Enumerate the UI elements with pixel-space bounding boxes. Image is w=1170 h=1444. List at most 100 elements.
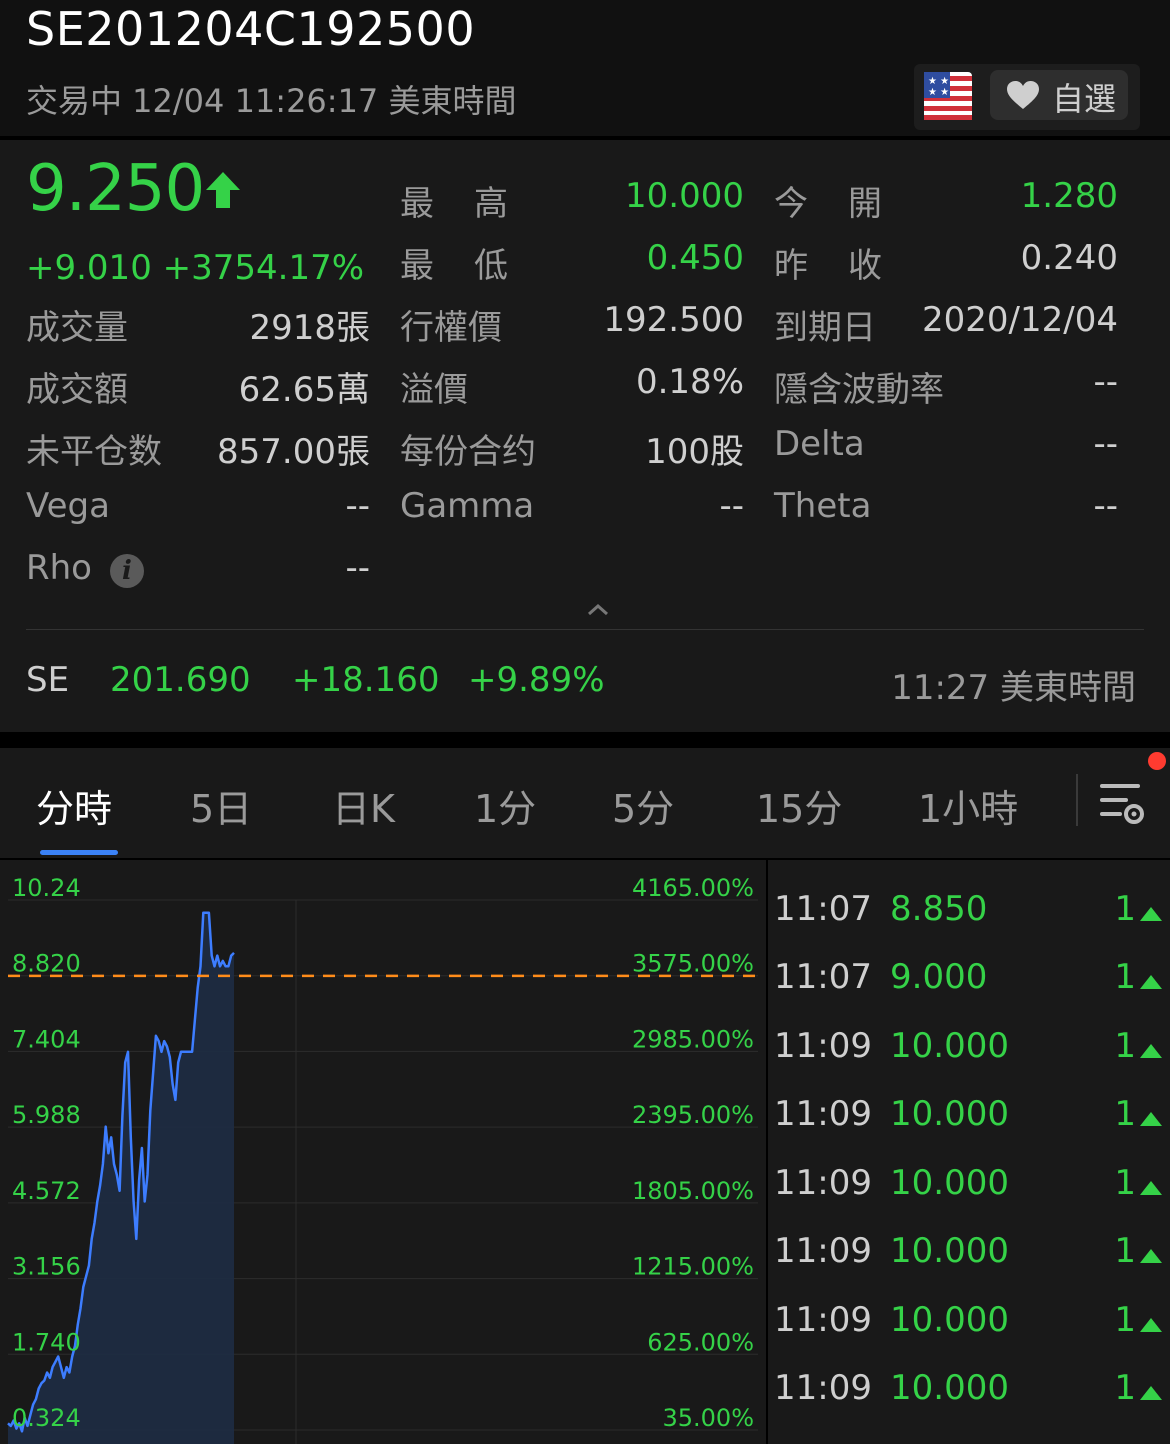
notification-dot [1148, 752, 1166, 770]
underlying-change-pct: +9.89% [468, 660, 605, 700]
prev-close-label: 昨收 [774, 246, 922, 286]
y-axis-price-label: 5.988 [12, 1101, 81, 1129]
watchlist-label: 自選 [1052, 80, 1117, 118]
tab-1-min[interactable]: 1分 [474, 778, 536, 833]
tick-price: 10.000 [890, 1368, 1009, 1408]
tab-daily-k[interactable]: 日K [332, 778, 395, 833]
quote-panel: 9.250 +9.010 +3754.17% 最高 10.000 最低 0.45… [0, 140, 1170, 732]
tick-row: 11:09 10.000 1 [768, 1358, 1170, 1426]
up-triangle-icon [1140, 906, 1162, 921]
underlying-symbol[interactable]: SE [26, 660, 69, 700]
tick-row: 11:09 10.000 1 [768, 1153, 1170, 1221]
chart-settings-icon[interactable] [1098, 780, 1146, 826]
implied-volatility-label: 隱含波動率 [774, 370, 944, 410]
add-to-watchlist-button[interactable]: 自選 [990, 70, 1128, 120]
tick-volume: 1 [1114, 1231, 1136, 1271]
divider [26, 629, 1144, 630]
contract-size-value: 100股 [645, 432, 744, 472]
delta-label: Delta [774, 424, 865, 464]
tick-volume: 1 [1114, 957, 1136, 997]
rho-value: -- [345, 548, 370, 588]
high-label: 最高 [400, 184, 548, 224]
y-axis-pct-label: 4165.00% [632, 874, 754, 902]
y-axis-pct-label: 1215.00% [632, 1253, 754, 1281]
tick-time: 11:09 [774, 1368, 872, 1408]
premium-label: 溢價 [400, 370, 468, 410]
expiry-value: 2020/12/04 [922, 300, 1118, 340]
tick-price: 10.000 [890, 1025, 1009, 1066]
tab-separator [1076, 774, 1078, 826]
volume-label: 成交量 [26, 308, 128, 348]
trading-status: 交易中 12/04 11:26:17 美東時間 [26, 82, 517, 120]
tab-1-hour[interactable]: 1小時 [918, 778, 1018, 833]
low-label: 最低 [400, 246, 548, 286]
vega-value: -- [345, 486, 370, 526]
tick-time: 11:09 [774, 1025, 872, 1066]
active-tab-indicator [40, 850, 118, 855]
y-axis-pct-label: 625.00% [647, 1328, 754, 1356]
up-triangle-icon [1140, 1317, 1162, 1332]
low-value: 0.450 [646, 238, 744, 278]
up-triangle-icon [1140, 975, 1162, 989]
up-triangle-icon [1140, 1112, 1162, 1126]
tick-price: 9.000 [890, 957, 988, 997]
y-axis-price-label: 3.156 [12, 1253, 81, 1281]
prev-close-value: 0.240 [1020, 238, 1118, 278]
chart-canvas[interactable]: 10.24 8.820 7.404 5.988 4.572 3.156 1.740 0.324… [0, 860, 766, 1444]
intraday-chart[interactable]: 10.24 8.820 7.404 5.988 4.572 3.156 1.740 0.324… [0, 860, 766, 1444]
tick-volume: 1 [1114, 1162, 1136, 1203]
us-flag-icon[interactable]: ★ ★ ★ ★ [924, 72, 972, 120]
tab-5-day[interactable]: 5日 [190, 778, 252, 833]
premium-value: 0.18% [635, 362, 744, 402]
up-triangle-icon [1140, 1043, 1162, 1058]
tick-volume: 1 [1114, 1025, 1136, 1066]
theta-value: -- [1093, 486, 1118, 526]
open-value: 1.280 [1020, 176, 1118, 216]
tick-time: 11:09 [774, 1094, 872, 1134]
y-axis-price-label: 1.740 [12, 1328, 81, 1356]
tick-price: 10.000 [890, 1299, 1009, 1340]
price-change: +9.010 +3754.17% [26, 248, 365, 288]
tick-volume: 1 [1114, 888, 1136, 929]
up-triangle-icon [1140, 1180, 1162, 1195]
high-value: 10.000 [625, 176, 744, 216]
tick-row: 11:07 9.000 1 [768, 947, 1170, 1015]
tick-volume: 1 [1114, 1299, 1136, 1340]
tick-row: 11:09 10.000 1 [768, 1290, 1170, 1358]
tick-time: 11:07 [774, 888, 872, 929]
tick-row: 11:09 10.000 1 [768, 1221, 1170, 1289]
chevron-up-icon[interactable] [586, 602, 610, 616]
quote-header: SE201204C192500 交易中 12/04 11:26:17 美東時間 … [0, 0, 1170, 136]
tab-15-min[interactable]: 15分 [756, 778, 842, 833]
y-axis-price-label: 4.572 [12, 1177, 81, 1205]
strike-label: 行權價 [400, 308, 502, 348]
svg-text:★ ★: ★ ★ [928, 87, 949, 98]
underlying-change: +18.160 [292, 660, 440, 700]
open-interest-label: 未平仓数 [26, 432, 162, 472]
tick-price: 8.850 [890, 888, 988, 929]
vega-label: Vega [26, 486, 110, 526]
y-axis-price-label: 0.324 [12, 1404, 81, 1432]
y-axis-pct-label: 2395.00% [632, 1101, 754, 1129]
tab-5-min[interactable]: 5分 [612, 778, 674, 833]
info-icon[interactable]: i [110, 554, 144, 588]
y-axis-pct-label: 3575.00% [632, 950, 754, 978]
heart-icon [1007, 81, 1039, 109]
tick-volume: 1 [1114, 1368, 1136, 1408]
y-axis-price-label: 10.24 [12, 874, 81, 902]
turnover-label: 成交額 [26, 370, 128, 410]
tick-row: 11:048.0001 [768, 860, 1170, 878]
trade-ticks-list[interactable]: 11:048.0001 11:07 8.850 1 11:07 9.000 1 11:09 10… [768, 860, 1170, 1444]
up-triangle-icon [1140, 1249, 1162, 1263]
tick-row: 11:09 10.000 1 [768, 1016, 1170, 1084]
tick-price: 10.000 [890, 1094, 1009, 1134]
tab-intraday[interactable]: 分時 [36, 778, 112, 833]
option-symbol: SE201204C192500 [26, 2, 476, 56]
chart-tab-bar: 分時 5日 日K 1分 5分 15分 1小時 [0, 748, 1170, 858]
tick-time: 11:07 [774, 957, 872, 997]
y-axis-pct-label: 35.00% [662, 1404, 754, 1432]
theta-label: Theta [774, 486, 872, 526]
open-interest-value: 857.00張 [217, 432, 370, 472]
y-axis-pct-label: 1805.00% [632, 1177, 754, 1205]
tick-volume: 1 [1114, 1094, 1136, 1134]
